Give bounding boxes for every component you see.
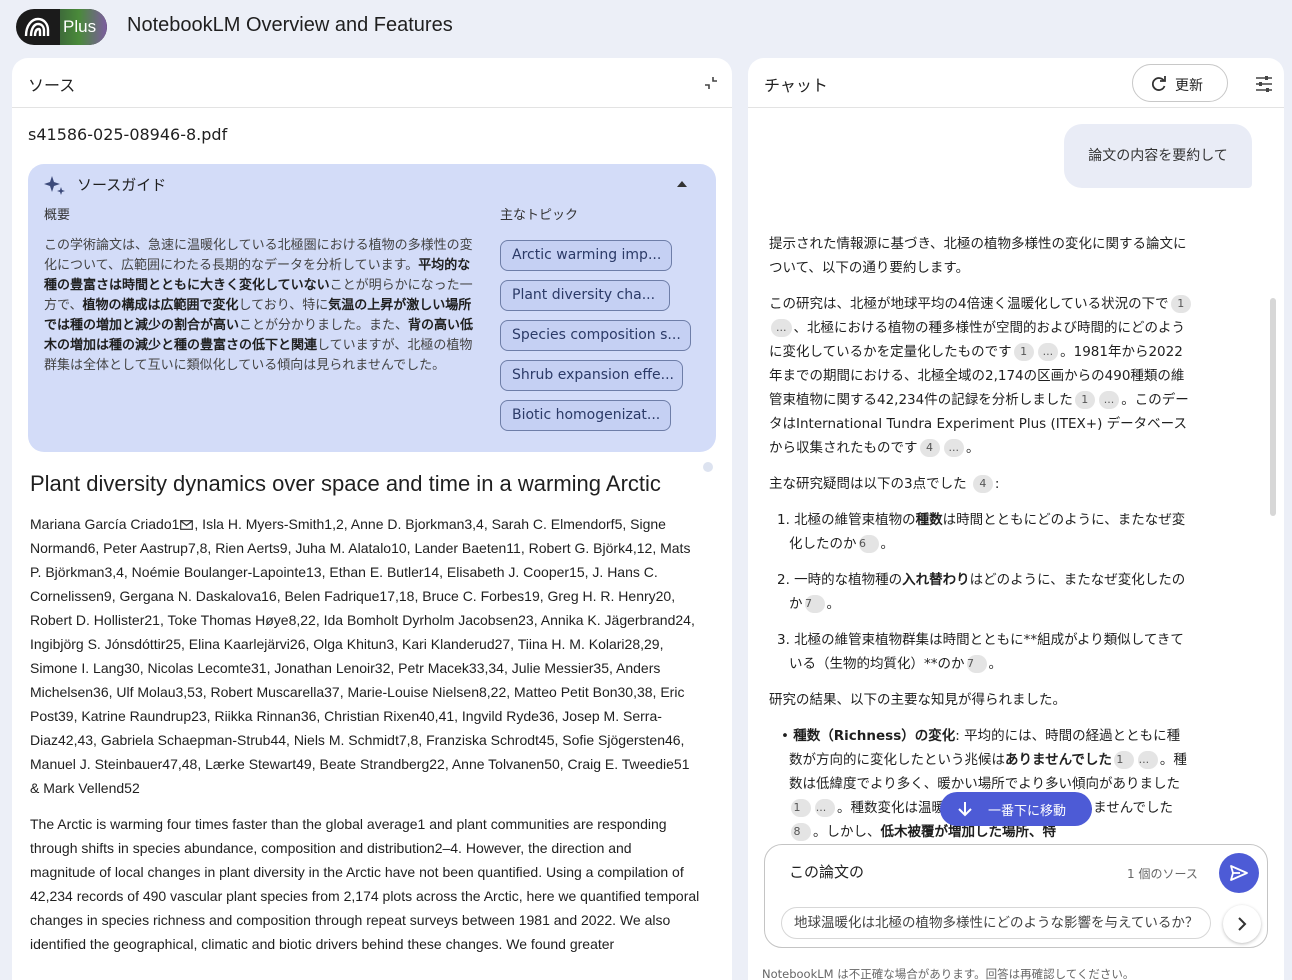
notebooklm-logo[interactable]: Plus <box>16 9 107 45</box>
topics-heading: 主なトピック <box>500 208 579 223</box>
sources-panel-header: ソース <box>12 58 732 108</box>
citation-chip[interactable]: 7 <box>966 655 987 673</box>
research-questions-list: 1. 北極の維管束植物の種数は時間とともにどのように、またなぜ変化したのか 6。 … <box>769 508 1193 676</box>
plan-badge: Plus <box>60 9 107 45</box>
chat-panel-header: チャット 更新 <box>748 58 1284 108</box>
response-paragraph: この研究は、北極が地球平均の4倍速く温暖化している状況の下で 1... 、北極におけ… <box>769 292 1193 460</box>
document-abstract: The Arctic is warming four times faster … <box>30 816 700 952</box>
chat-panel: チャット 更新 論文の内容を要約して 提示された情報源に基づき、北極の植物多様性… <box>748 58 1284 980</box>
refresh-button[interactable]: 更新 <box>1132 64 1228 102</box>
summary-text: ことが分かりました。また、 <box>239 318 409 333</box>
questions-intro-text: 主な研究疑問は以下の3点でした <box>769 476 967 492</box>
citation-chip[interactable]: 1 <box>1170 295 1191 313</box>
document-authors: Mariana García Criado1, Isla H. Myers-Sm… <box>30 512 700 800</box>
top-bar: Plus NotebookLM Overview and Features <box>0 0 1292 56</box>
suggested-question[interactable]: 地球温暖化は北極の植物多様性にどのような影響を与えているか？ <box>781 907 1211 939</box>
citation-chip[interactable]: 7 <box>804 595 825 613</box>
citation-chip[interactable]: 1 <box>1074 391 1095 409</box>
response-text: 1. 北極の維管束植物の <box>777 512 916 528</box>
chat-input[interactable]: この論文の <box>789 861 864 882</box>
sparkle-icon <box>44 176 65 195</box>
source-guide: ソースガイド 概要 主なトピック この学術論文は、急速に温暖化している北極圏にお… <box>28 164 716 452</box>
arrow-down-icon <box>958 802 972 817</box>
sources-panel: ソース s41586-025-08946-8.pdf ソースガイド 概要 主なト… <box>12 58 732 980</box>
chat-scrollbar[interactable] <box>1270 298 1276 516</box>
scrollbar-thumb[interactable] <box>703 462 713 472</box>
refresh-icon <box>1151 76 1166 91</box>
notebooklm-logo-icon <box>16 9 58 45</box>
assistant-response: 提示された情報源に基づき、北極の植物多様性の変化に関する論文について、以下の通り… <box>769 232 1193 844</box>
chat-composer: この論文の 1 個のソース 地球温暖化は北極の植物多様性にどのような影響を与えて… <box>764 844 1268 948</box>
list-item: 2. 一時的な植物種の入れ替わりはどのように、またなぜ変化したのか 7。 <box>769 568 1193 616</box>
response-text: 。 <box>826 596 841 612</box>
user-message: 論文の内容を要約して <box>1064 124 1252 188</box>
summary-bold-text: 植物の構成は広範囲で変化 <box>82 298 239 313</box>
send-button[interactable] <box>1219 853 1259 893</box>
list-item: • 種数（Richness）の変化: 平均的には、時間の経過とともに種数が方向的… <box>769 724 1193 844</box>
other-authors: , Isla H. Myers-Smith1,2, Anne D. Bjorkm… <box>30 516 695 796</box>
citation-chip[interactable]: 6 <box>858 535 879 553</box>
first-author: Mariana García Criado1 <box>30 516 180 532</box>
bold-text: 低木被覆が増加した場所、特 <box>880 824 1057 840</box>
summary-text: しており、特に <box>238 298 329 313</box>
citation-chip[interactable]: 4 <box>972 475 993 493</box>
bold-text: ありませんでした <box>1005 752 1112 768</box>
topic-chip[interactable]: Species composition s... <box>500 320 691 351</box>
citation-chip[interactable]: 1 <box>791 799 811 817</box>
topic-chip[interactable]: Biotic homogenizat... <box>500 400 671 431</box>
response-text: 。 <box>966 440 980 456</box>
results-intro: 研究の結果、以下の主要な知見が得られました。 <box>769 692 1066 708</box>
citation-chip[interactable]: ... <box>1037 343 1059 361</box>
source-count: 1 個のソース <box>1127 867 1198 881</box>
chat-panel-title: チャット <box>764 76 828 95</box>
topic-chip[interactable]: Plant diversity cha... <box>500 280 670 311</box>
chevron-right-icon <box>1238 917 1247 931</box>
citation-chip[interactable]: 4 <box>919 439 940 457</box>
mail-icon <box>180 520 194 530</box>
scroll-to-bottom-label: 一番下に移動 <box>988 804 1067 819</box>
summary-heading: 概要 <box>44 208 71 223</box>
citation-chip[interactable]: ... <box>815 799 835 817</box>
citation-chip[interactable]: 1 <box>1013 343 1034 361</box>
next-suggestion-button[interactable] <box>1223 905 1261 943</box>
citation-chip[interactable]: ... <box>1098 391 1120 409</box>
citation-chip[interactable]: ... <box>771 319 792 337</box>
source-guide-title: ソースガイド <box>77 176 167 194</box>
send-icon <box>1230 865 1248 881</box>
list-item: 3. 北極の維管束植物群集は時間とともに**組成がより類似してきている（生物的均… <box>769 628 1193 676</box>
source-file-name: s41586-025-08946-8.pdf <box>28 125 228 144</box>
disclaimer-text: NotebookLM は不正確な場合があります。回答は再確認してください。 <box>762 967 1135 980</box>
source-summary: この学術論文は、急速に温暖化している北極圏における植物の多様性の変化について、広… <box>44 236 480 376</box>
topic-chip[interactable]: Shrub expansion effe... <box>500 360 683 391</box>
notebook-title[interactable]: NotebookLM Overview and Features <box>127 14 453 37</box>
response-intro: 提示された情報源に基づき、北極の植物多様性の変化に関する論文について、以下の通り… <box>769 236 1187 276</box>
results-list: • 種数（Richness）の変化: 平均的には、時間の経過とともに種数が方向的… <box>769 724 1193 844</box>
refresh-label: 更新 <box>1175 78 1203 94</box>
response-text: 。しかし、 <box>813 824 881 840</box>
citation-chip[interactable]: 8 <box>791 823 811 841</box>
response-text: 。 <box>988 656 1003 672</box>
response-text: この研究は、北極が地球平均の4倍速く温暖化している状況の下で <box>769 296 1169 312</box>
bold-text: 入れ替わり <box>902 572 970 588</box>
bold-text: 種数（Richness）の変化 <box>793 728 956 744</box>
citation-chip[interactable]: ... <box>943 439 964 457</box>
response-text: 2. 一時的な植物種の <box>777 572 903 588</box>
tune-settings-icon[interactable] <box>1254 74 1274 94</box>
citation-chip[interactable]: 1 <box>1113 751 1134 769</box>
document-title: Plant diversity dynamics over space and … <box>30 471 661 496</box>
chevron-up-icon[interactable] <box>676 178 688 190</box>
sources-panel-title: ソース <box>28 76 76 95</box>
citation-chip[interactable]: ... <box>1137 751 1158 769</box>
response-text: 。 <box>880 536 895 552</box>
response-text: • <box>781 728 794 744</box>
scroll-to-bottom-button[interactable]: 一番下に移動 <box>940 792 1092 826</box>
list-item: 1. 北極の維管束植物の種数は時間とともにどのように、またなぜ変化したのか 6。 <box>769 508 1193 556</box>
topic-chip[interactable]: Arctic warming imp... <box>500 240 672 271</box>
collapse-panel-icon[interactable] <box>702 74 720 92</box>
questions-intro: 主な研究疑問は以下の3点でした 4: <box>769 475 1000 493</box>
summary-text: この学術論文は、急速に温暖化している北極圏における植物の多様性の変化について、広… <box>44 238 473 273</box>
bold-text: 種数 <box>915 512 943 528</box>
